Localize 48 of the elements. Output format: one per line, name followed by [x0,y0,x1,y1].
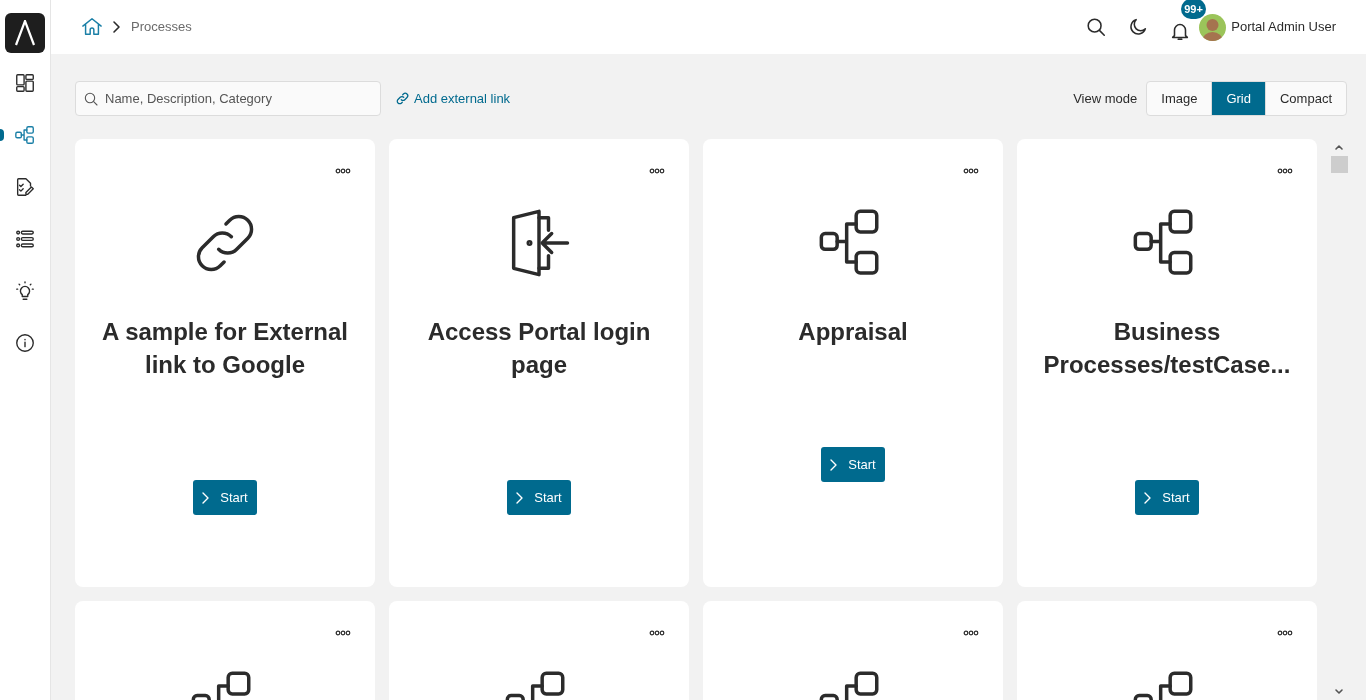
start-button[interactable]: Start [507,480,571,515]
search-input[interactable]: Name, Description, Category [105,88,373,109]
list-icon [14,228,36,250]
info-icon [14,332,36,354]
user-name[interactable]: Portal Admin User [1231,17,1336,37]
add-external-link[interactable]: Add external link [395,88,511,109]
home-icon[interactable] [81,16,103,38]
card-title: Appraisal [797,317,909,347]
view-mode-tab[interactable]: Grid [1211,82,1265,115]
process-card[interactable]: A sample for External link to Google Start [75,139,375,587]
app-logo[interactable] [5,13,45,53]
more-icon[interactable] [963,168,979,174]
chevron-right-icon [111,20,123,34]
avatar[interactable] [1199,13,1227,41]
card-title: Access Portal login page [426,317,652,380]
active-indicator [0,129,4,141]
more-icon[interactable] [335,630,351,636]
card-title: A sample for External link to Google [101,317,349,380]
lightbulb-icon [14,280,36,302]
more-icon[interactable] [649,168,665,174]
search-icon [83,90,99,107]
process-icon [14,124,36,146]
caret-logo-icon [14,20,36,46]
link-icon [395,91,410,106]
start-button[interactable]: Start [193,480,257,515]
more-icon[interactable] [335,168,351,174]
search-icon[interactable] [1085,16,1108,38]
process-card[interactable]: Access Portal login page Start [389,139,689,587]
search-field[interactable]: Name, Description, Category [75,81,381,116]
start-button[interactable]: Start [1135,480,1199,515]
card-title: Business Processes/testCase... [1042,317,1292,380]
view-mode-label: View mode [1073,89,1138,108]
process-card[interactable]: Business Processes/testCase... Start [1017,139,1317,587]
view-mode-tab[interactable]: Compact [1264,82,1346,115]
view-mode-tab[interactable]: Image [1147,82,1212,115]
more-icon[interactable] [649,630,665,636]
scroll-down-icon[interactable] [1334,688,1344,696]
task-edit-icon [14,176,36,198]
more-icon[interactable] [963,630,979,636]
start-button[interactable]: Start [821,447,885,482]
more-icon[interactable] [1277,168,1293,174]
notification-badge: 99+ [1181,0,1206,19]
dashboard-icon [14,72,36,94]
process-card[interactable]: Appraisal Start [703,139,1003,587]
scroll-up-icon[interactable] [1334,143,1344,151]
scrollbar-thumb[interactable] [1330,156,1348,173]
more-icon[interactable] [1277,630,1293,636]
breadcrumb-current: Processes [131,18,192,37]
